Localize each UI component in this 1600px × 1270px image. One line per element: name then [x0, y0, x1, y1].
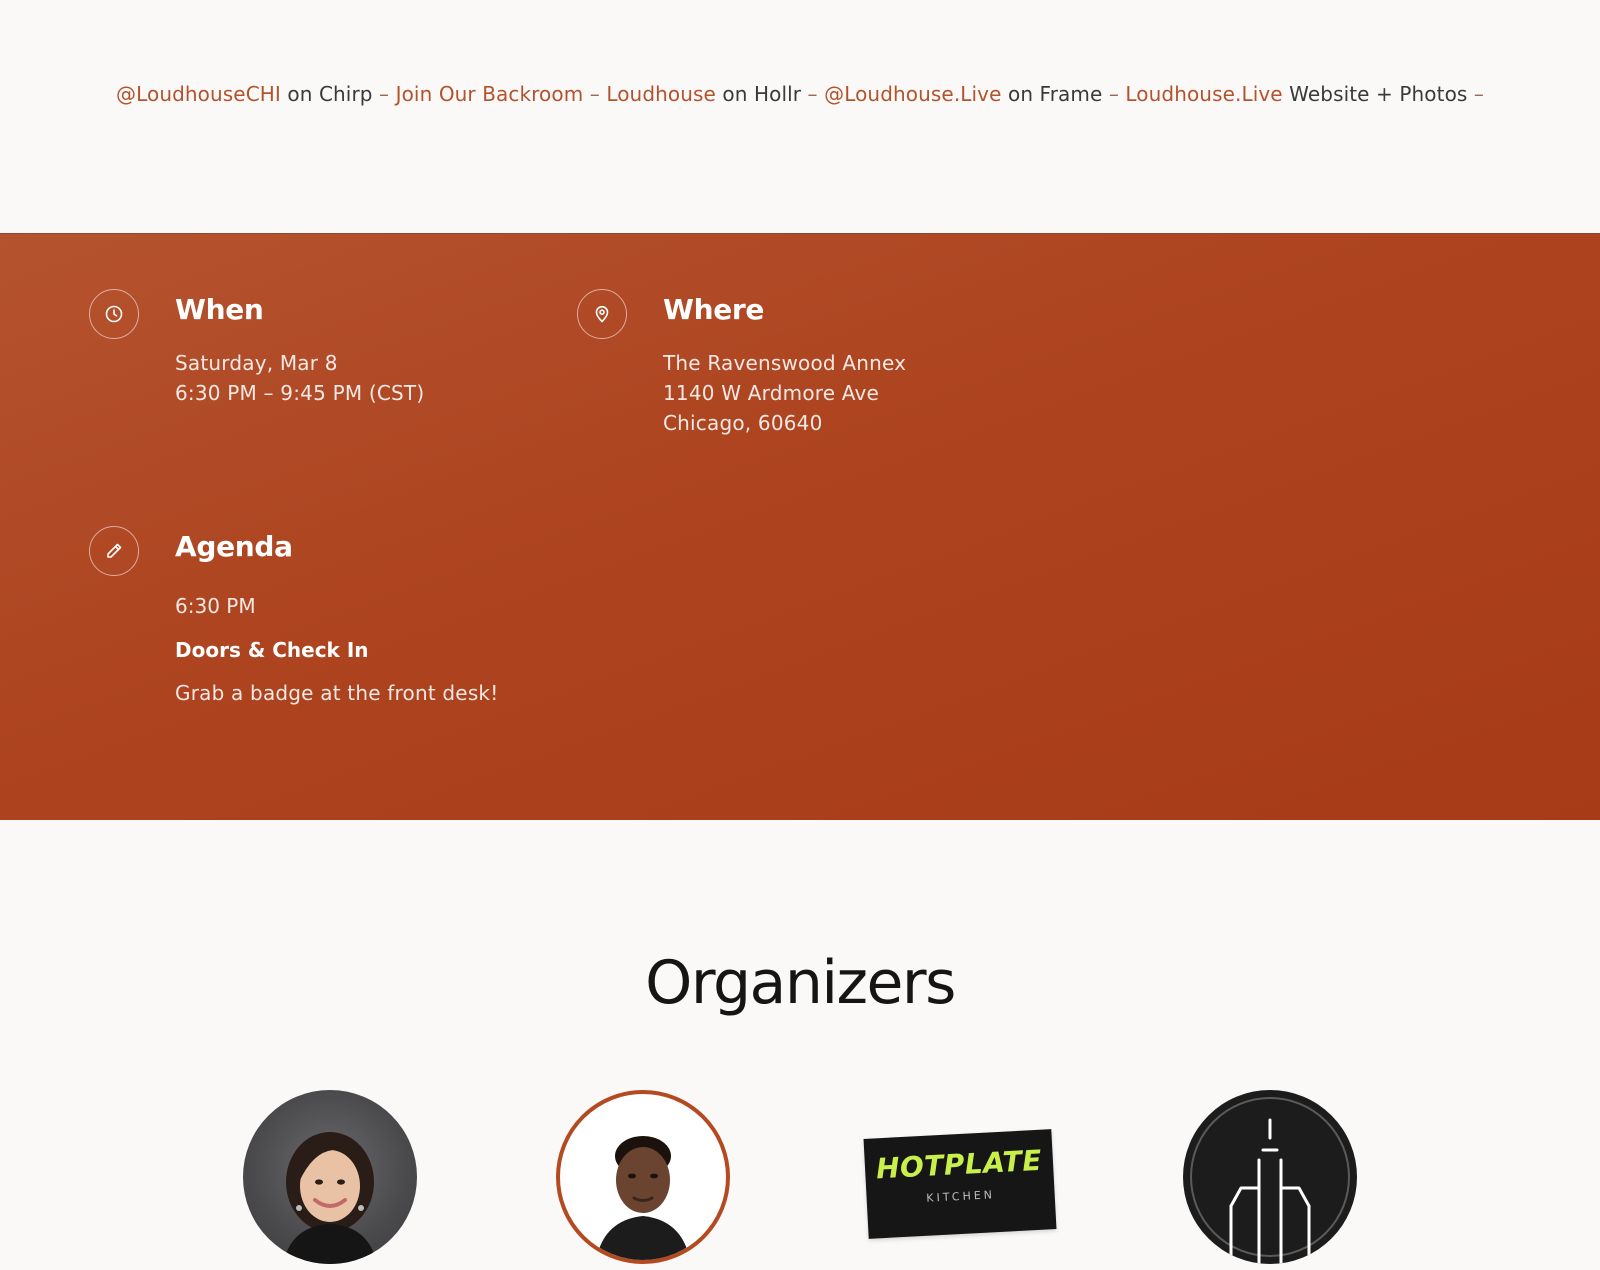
- when-title: When: [175, 293, 264, 326]
- organizer-photo: [596, 1136, 690, 1260]
- where-title: Where: [663, 293, 765, 326]
- link-separator: –: [1102, 82, 1126, 106]
- social-links-section: @LoudhouseCHI on Chirp – Join Our Backro…: [0, 0, 1600, 233]
- link-separator: –: [583, 82, 607, 106]
- map-pin-icon: [577, 289, 627, 339]
- where-details: The Ravenswood Annex 1140 W Ardmore Ave …: [663, 348, 906, 438]
- link-backroom[interactable]: Join Our Backroom: [396, 82, 584, 106]
- hotplate-logo: HOTPLATE KITCHEN: [863, 1129, 1057, 1239]
- agenda-item-title: Doors & Check In: [175, 638, 369, 662]
- link-hollr-suffix: on Hollr: [715, 82, 802, 106]
- link-chirp[interactable]: @LoudhouseCHI: [116, 82, 281, 106]
- hotplate-logo-text: HOTPLATE: [875, 1143, 1043, 1186]
- when-details: Saturday, Mar 8 6:30 PM – 9:45 PM (CST): [175, 348, 424, 408]
- link-separator: –: [1467, 82, 1484, 106]
- clock-icon: [89, 289, 139, 339]
- hotplate-logo-subtext: KITCHEN: [926, 1188, 996, 1205]
- organizer-avatar[interactable]: [556, 1090, 730, 1264]
- link-website[interactable]: Loudhouse.Live: [1125, 82, 1282, 106]
- link-hollr[interactable]: Loudhouse: [606, 82, 716, 106]
- building-icon: [1190, 1097, 1350, 1264]
- pencil-icon: [89, 526, 139, 576]
- organizer-avatar[interactable]: [243, 1090, 417, 1264]
- link-separator: –: [801, 82, 825, 106]
- organizer-logo[interactable]: [1183, 1090, 1357, 1264]
- link-website-suffix: Website + Photos: [1282, 82, 1468, 106]
- agenda-item-time: 6:30 PM: [175, 594, 256, 618]
- organizer-logo-hotplate[interactable]: HOTPLATE KITCHEN: [860, 1129, 1060, 1270]
- venue-name: The Ravenswood Annex: [663, 351, 907, 375]
- organizers-heading: Organizers: [645, 948, 956, 1018]
- event-details-section: When Saturday, Mar 8 6:30 PM – 9:45 PM (…: [0, 233, 1600, 821]
- event-time: 6:30 PM – 9:45 PM (CST): [175, 381, 425, 405]
- venue-city: Chicago, 60640: [663, 411, 823, 435]
- link-separator: –: [372, 82, 396, 106]
- link-frame-suffix: on Frame: [1001, 82, 1103, 106]
- event-date: Saturday, Mar 8: [175, 351, 338, 375]
- organizers-section: Organizers HOTPLATE KITCHEN: [0, 820, 1600, 1264]
- venue-street: 1140 W Ardmore Ave: [663, 381, 880, 405]
- agenda-item-description: Grab a badge at the front desk!: [175, 681, 499, 705]
- link-frame[interactable]: @Loudhouse.Live: [824, 82, 1001, 106]
- link-chirp-suffix: on Chirp: [280, 82, 373, 106]
- agenda-title: Agenda: [175, 530, 293, 563]
- social-links-line: @LoudhouseCHI on Chirp – Join Our Backro…: [0, 82, 1600, 106]
- organizer-photo: [283, 1132, 377, 1264]
